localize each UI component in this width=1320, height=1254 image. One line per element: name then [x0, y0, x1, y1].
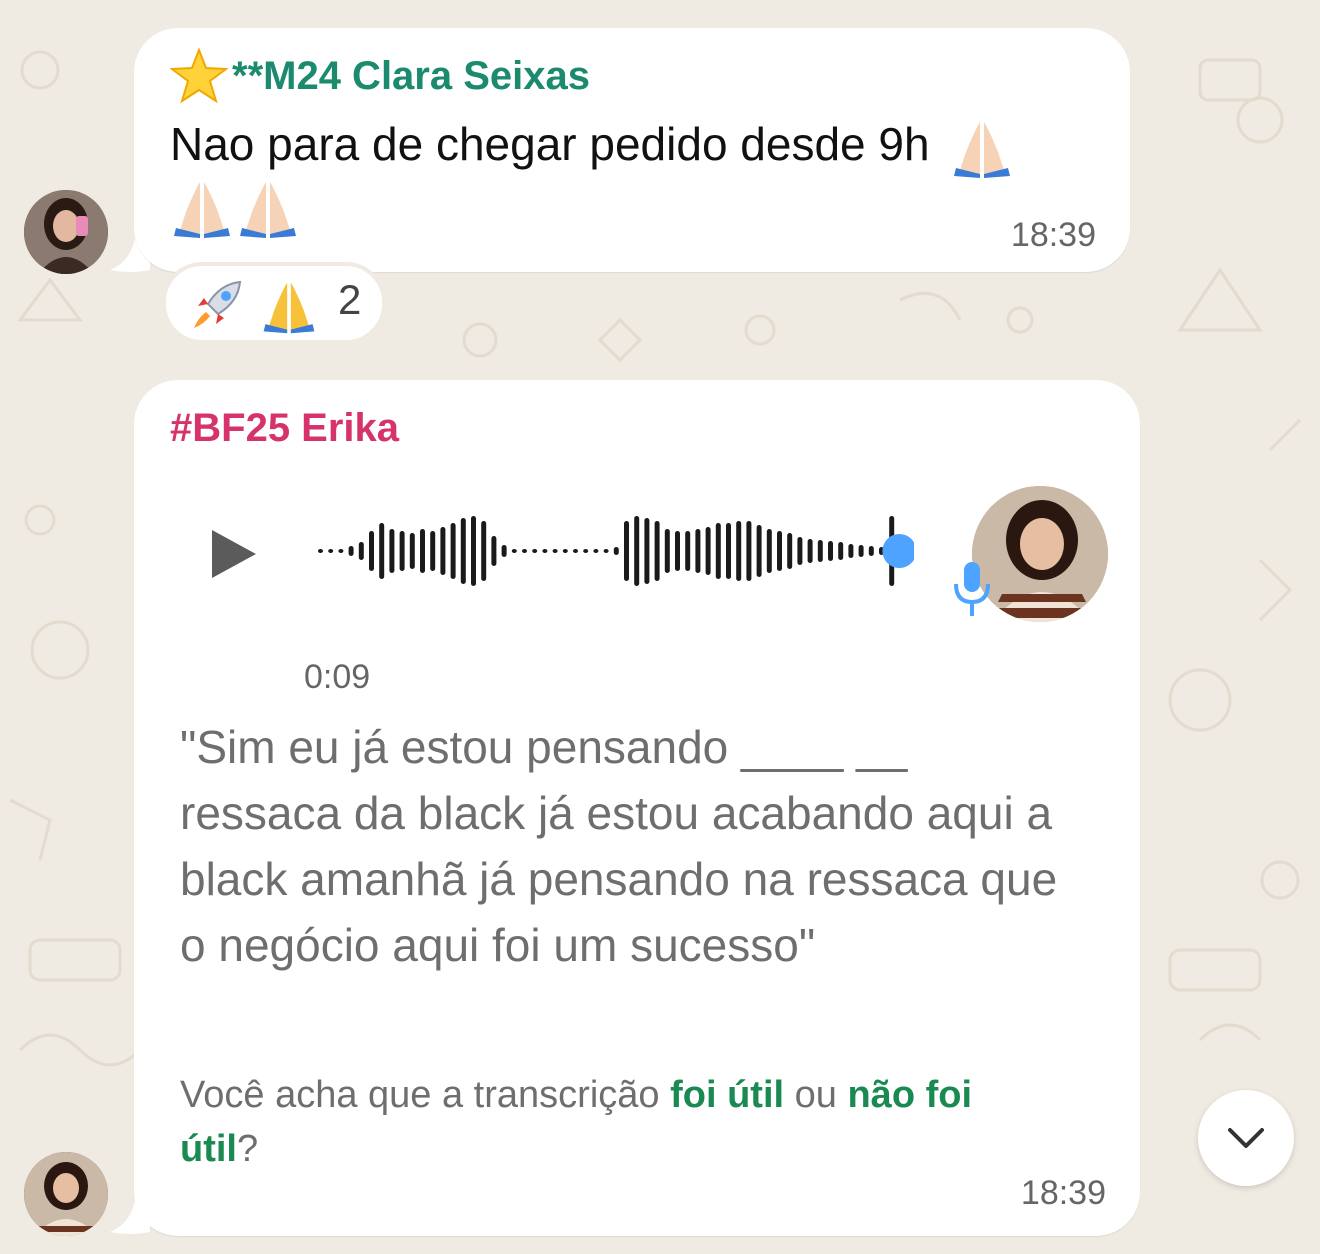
- waveform-bar: [746, 521, 752, 581]
- waveform-bar: [726, 523, 731, 579]
- sender-name[interactable]: **M24 Clara Seixas: [232, 54, 590, 99]
- waveform-bar: [644, 518, 650, 584]
- message-text: Nao para de chegar pedido desde 9h: [170, 118, 930, 170]
- waveform-bar: [481, 521, 487, 581]
- waveform-bar: [399, 531, 405, 571]
- emoji-row: [170, 176, 300, 242]
- waveform-bar: [338, 549, 344, 553]
- folded-hands-icon: [954, 121, 1011, 178]
- waveform-bar: [868, 546, 874, 556]
- waveform-bar: [389, 529, 395, 573]
- waveform-bar: [705, 527, 711, 575]
- waveform-bar: [736, 521, 742, 581]
- voice-duration: 0:09: [304, 658, 371, 696]
- waveform-bar: [562, 549, 568, 553]
- waveform-bar: [777, 531, 782, 571]
- waveform-bar: [532, 549, 538, 553]
- waveform-bar: [634, 516, 640, 586]
- folded-hands-icon: [240, 182, 296, 238]
- feedback-prefix: Você acha que a transcrição: [180, 1074, 660, 1116]
- waveform-bar: [552, 549, 558, 553]
- waveform-bar: [471, 516, 476, 586]
- waveform-bar: [675, 531, 680, 571]
- message-bubble[interactable]: **M24 Clara Seixas Nao para de chegar pe…: [134, 28, 1130, 272]
- waveform-bar: [501, 545, 507, 557]
- voice-avatar: [972, 486, 1108, 622]
- waveform-bar: [685, 531, 691, 571]
- waveform-bar: [522, 549, 527, 553]
- rocket-icon: [194, 280, 242, 328]
- avatar-photo: [24, 190, 108, 274]
- sender-avatar[interactable]: [24, 1152, 108, 1236]
- folded-hands-icon: [263, 282, 315, 334]
- feedback-not-useful-part2[interactable]: útil: [180, 1128, 237, 1170]
- waveform-bar: [420, 529, 425, 573]
- waveform-bar: [460, 518, 466, 584]
- transcript-feedback: Você acha que a transcrição foi útil ou …: [180, 1068, 1060, 1176]
- waveform-bar: [664, 529, 670, 573]
- waveform-bar: [858, 545, 864, 557]
- waveform-bar: [715, 523, 721, 579]
- play-icon[interactable]: [208, 526, 260, 582]
- waveform-bar: [593, 549, 599, 553]
- waveform-bar: [613, 547, 619, 555]
- waveform-bar: [654, 521, 660, 581]
- waveform-bar: [583, 549, 589, 553]
- chevron-down-icon: [1228, 1128, 1264, 1148]
- waveform-bar: [817, 540, 823, 562]
- waveform-bar: [430, 531, 436, 571]
- avatar-photo: [972, 486, 1108, 622]
- sender-avatar[interactable]: [24, 190, 108, 274]
- waveform-bar: [318, 549, 323, 553]
- message-text-row: Nao para de chegar pedido desde 9h: [170, 112, 1110, 178]
- waveform-bar: [573, 549, 578, 553]
- message-time: 18:39: [1020, 1174, 1106, 1212]
- playback-position-dot[interactable]: [882, 534, 914, 568]
- waveform-bar: [328, 549, 334, 553]
- transcript-text: "Sim eu já estou pensando ____ __ ressac…: [180, 721, 1058, 971]
- star-icon: [170, 48, 228, 104]
- waveform-bar: [379, 523, 385, 579]
- waveform-bar: [491, 536, 497, 566]
- waveform-bar: [440, 527, 446, 575]
- folded-hands-icon: [174, 182, 230, 238]
- waveform-bar: [348, 546, 354, 556]
- voice-waveform[interactable]: [314, 510, 914, 592]
- reaction-count: 2: [338, 276, 362, 323]
- waveform-bar: [787, 533, 793, 569]
- feedback-useful-link[interactable]: foi útil: [670, 1074, 784, 1116]
- sender-name[interactable]: #BF25 Erika: [170, 406, 399, 451]
- waveform-bar: [797, 537, 803, 565]
- message-bubble[interactable]: #BF25 Erika 0:09 "Sim eu já estou pensan…: [134, 380, 1140, 1236]
- waveform-bar: [848, 544, 854, 558]
- reactions-pill[interactable]: 2: [162, 262, 386, 344]
- waveform-bar: [542, 549, 548, 553]
- waveform-bar: [838, 542, 844, 560]
- sender-name-row: **M24 Clara Seixas: [170, 46, 590, 106]
- waveform-bar: [766, 529, 772, 573]
- feedback-suffix: ?: [236, 1128, 259, 1170]
- waveform-bar: [756, 525, 762, 577]
- message-time: 18:39: [1010, 216, 1096, 254]
- waveform-bar: [807, 539, 813, 563]
- waveform-bar: [369, 531, 374, 571]
- waveform-bar: [511, 549, 517, 553]
- bubble-tail: [110, 1192, 150, 1234]
- feedback-middle: ou: [794, 1074, 837, 1116]
- waveform-bar: [828, 541, 833, 561]
- waveform-bar: [624, 521, 629, 581]
- waveform-bar: [409, 533, 415, 569]
- waveform-bar: [603, 549, 609, 553]
- waveform-bar: [358, 542, 364, 560]
- feedback-not-useful-part1[interactable]: não foi: [847, 1074, 972, 1116]
- microphone-icon: [954, 562, 990, 616]
- scroll-to-bottom-button[interactable]: [1198, 1090, 1294, 1186]
- waveform-bar: [450, 523, 456, 579]
- waveform-bar: [695, 529, 701, 573]
- avatar-photo: [24, 1152, 108, 1236]
